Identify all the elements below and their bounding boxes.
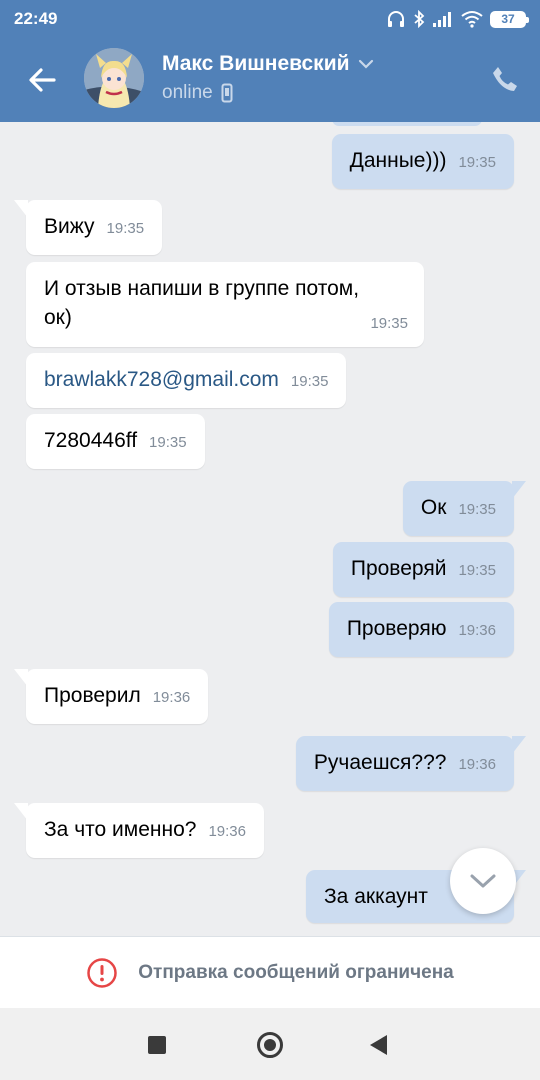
contact-status: online	[162, 82, 213, 103]
message-time: 19:35	[149, 434, 187, 451]
contact-status-row: online	[162, 82, 233, 104]
message-text: 7280446ff	[44, 429, 138, 452]
exclamation-circle-icon	[87, 957, 117, 988]
message-text: Ок	[420, 496, 447, 519]
home-icon[interactable]	[257, 1032, 283, 1058]
message-outgoing[interactable]: Ручаешся??? 19:36	[295, 736, 527, 791]
message-outgoing[interactable]: Проверяй 19:35	[332, 542, 514, 597]
chevron-down-icon	[470, 874, 496, 888]
message-time: 19:36	[152, 689, 191, 706]
message-time: 19:35	[290, 373, 329, 390]
message-outgoing[interactable]: Проверяю 19:36	[328, 602, 514, 657]
message-incoming[interactable]: И отзыв напиши в группе потом, ок) 19:35	[26, 262, 424, 347]
restriction-text: Отправка сообщений ограничена	[138, 961, 454, 983]
message-time: 19:35	[458, 501, 496, 518]
system-nav-bar	[0, 1008, 540, 1080]
contact-name-row[interactable]: Макс Вишневский	[162, 52, 374, 76]
message-time: 19:35	[458, 562, 496, 579]
message-outgoing[interactable]: Данные))) 19:35	[331, 134, 514, 189]
message-list[interactable]: Данные))) 19:35 Вижу 19:35 И отзыв напиши …	[0, 122, 540, 936]
previous-message-edge	[332, 122, 482, 126]
message-text: За что именно?	[44, 818, 197, 841]
message-time: 19:36	[458, 622, 496, 639]
message-text: Проверяй	[350, 557, 447, 580]
status-icons: 37	[386, 8, 529, 30]
message-incoming[interactable]: 7280446ff 19:35	[26, 414, 205, 469]
mobile-icon	[221, 83, 233, 103]
message-text: За аккаунт	[324, 885, 428, 908]
wifi-icon	[461, 11, 483, 28]
battery-icon: 37	[490, 10, 529, 28]
message-text: Вижу	[44, 215, 95, 238]
recent-apps-icon[interactable]	[148, 1036, 166, 1054]
message-incoming[interactable]: Проверил 19:36	[13, 669, 209, 724]
email-link[interactable]: brawlakk728@gmail.com	[44, 368, 279, 391]
message-text: Ручаешся???	[313, 751, 447, 774]
message-time: 19:36	[208, 823, 246, 840]
message-time: 19:35	[370, 315, 408, 332]
back-triangle-icon[interactable]	[370, 1035, 387, 1055]
bluetooth-icon	[414, 10, 425, 28]
message-incoming[interactable]: За что именно? 19:36	[14, 803, 264, 858]
arrow-left-icon[interactable]	[26, 64, 58, 96]
message-text: Проверяю	[346, 617, 447, 640]
message-time: 19:35	[458, 154, 496, 171]
message-text: И отзыв напиши в группе потом, ок)	[44, 277, 360, 329]
contact-name: Макс Вишневский	[162, 52, 350, 75]
message-text: Данные)))	[349, 149, 447, 172]
phone-icon[interactable]	[490, 64, 520, 94]
message-text: Проверил	[44, 684, 141, 707]
signal-icon	[433, 12, 451, 27]
chevron-down-icon	[358, 59, 373, 69]
message-time: 19:36	[458, 756, 496, 773]
status-time: 22:49	[14, 9, 58, 28]
chat-header: Макс Вишневский online	[0, 38, 540, 122]
avatar[interactable]	[84, 48, 144, 108]
messaging-restricted-bar: Отправка сообщений ограничена	[0, 936, 540, 1008]
headphones-icon	[388, 11, 404, 27]
scroll-to-bottom-button[interactable]	[450, 848, 516, 914]
message-outgoing[interactable]: Ок 19:35	[402, 481, 527, 536]
status-bar: 22:49 37	[0, 0, 540, 38]
message-time: 19:35	[106, 220, 145, 237]
message-incoming[interactable]: Вижу 19:35	[13, 200, 163, 255]
message-incoming[interactable]: brawlakk728@gmail.com 19:35	[26, 353, 347, 408]
